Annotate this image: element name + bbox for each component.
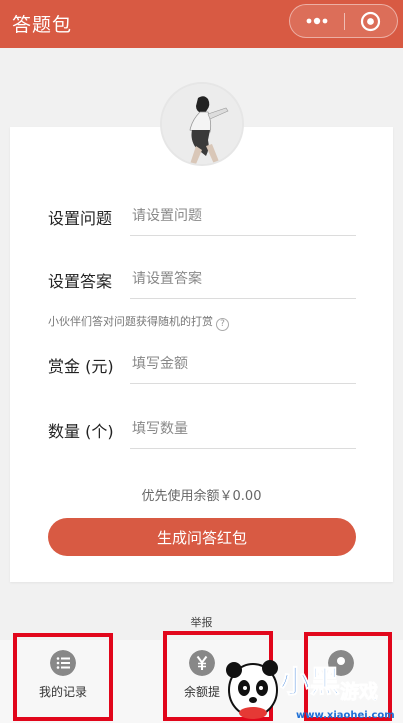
reward-hint-text: 小伙伴们答对问题获得随机的打赏 [48,315,213,328]
reward-label: 赏金 (元) [48,357,114,376]
reward-hint: 小伙伴们答对问题获得随机的打赏? [48,313,229,331]
quantity-input[interactable] [132,415,356,443]
svg-text:小黑: 小黑 [280,665,340,700]
mini-program-capsule [289,4,398,38]
reward-input[interactable] [132,350,356,378]
more-dots-icon[interactable] [304,14,330,28]
help-icon[interactable]: ? [216,318,229,331]
answer-underline [130,298,356,299]
answer-label: 设置答案 [48,272,113,291]
avatar [160,82,244,166]
answer-input[interactable] [132,265,356,293]
balance-note: 优先使用余额￥0.00 [141,489,262,504]
highlight-box-records [13,633,113,721]
reward-underline [130,383,356,384]
avatar-photo [162,84,242,164]
svg-text:游戏: 游戏 [340,680,378,703]
svg-text:www.xiaohei.com: www.xiaohei.com [296,710,395,721]
question-card: 设置问题 设置答案 小伙伴们答对问题获得随机的打赏? 赏金 (元) 数量 (个)… [10,127,393,582]
watermark-logo: 小黑 游戏 www.xiaohei.com [226,660,395,721]
close-mini-program-icon[interactable] [360,11,381,32]
report-link[interactable]: 举报 [0,614,403,630]
question-label: 设置问题 [48,209,113,228]
quantity-underline [130,448,356,449]
question-underline [130,235,356,236]
page-title: 答题包 [12,14,73,36]
question-input[interactable] [132,202,356,230]
generate-red-packet-button[interactable]: 生成问答红包 [48,518,356,556]
title-bar: 答题包 [0,0,403,48]
quantity-label: 数量 (个) [48,422,114,441]
capsule-divider [344,13,345,30]
